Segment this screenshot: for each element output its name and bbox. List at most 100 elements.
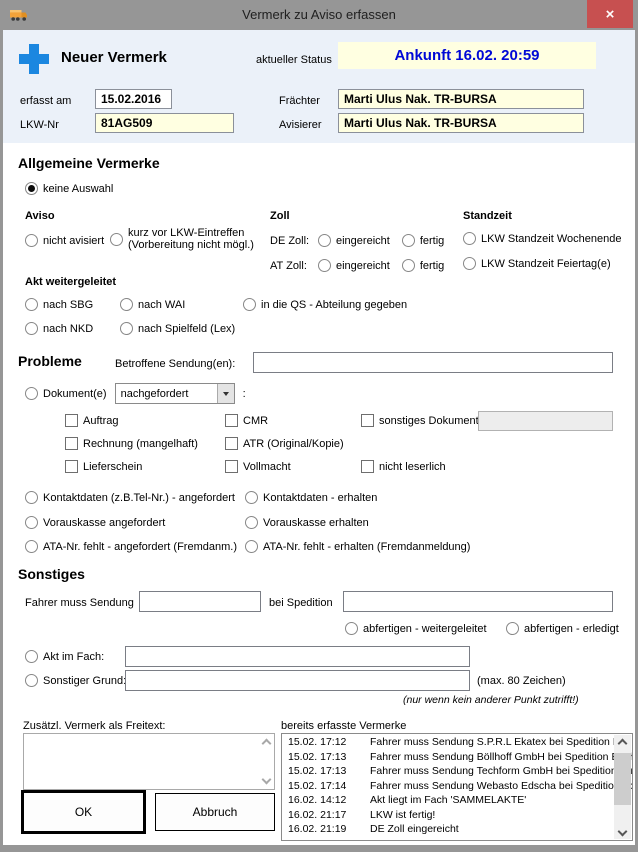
checkbox-box-icon xyxy=(65,460,78,473)
radio-akt-im-fach[interactable]: Akt im Fach: xyxy=(25,650,104,663)
checkbox-box-icon xyxy=(225,460,238,473)
radio-circle-icon xyxy=(25,516,38,529)
betroffene-sendungen-input[interactable] xyxy=(253,352,613,373)
radio-at-zoll-fertig[interactable]: fertig xyxy=(402,259,444,272)
vermerk-text: Akt liegt im Fach 'SAMMELAKTE' xyxy=(370,793,632,808)
chevron-down-icon[interactable] xyxy=(217,384,234,403)
row-akt-2: nach NKD nach Spielfeld (Lex) xyxy=(25,322,235,335)
radio-circle-icon xyxy=(345,622,358,635)
radio-kontaktdaten-erhalten[interactable]: Kontaktdaten - erhalten xyxy=(245,491,377,504)
at-zoll-label: AT Zoll: xyxy=(270,260,318,272)
checkbox-box-icon xyxy=(65,437,78,450)
radio-de-zoll-fertig[interactable]: fertig xyxy=(402,234,444,247)
status-label: aktueller Status xyxy=(256,54,332,66)
plus-icon xyxy=(19,44,49,74)
fahrer-sendung-input[interactable] xyxy=(139,591,261,612)
radio-de-zoll-eingereicht[interactable]: eingereicht xyxy=(318,234,390,247)
section-allgemeine-vermerke: Allgemeine Vermerke xyxy=(18,155,160,171)
radio-circle-icon xyxy=(463,232,476,245)
radio-standzeit-feiertage[interactable]: LKW Standzeit Feiertag(e) xyxy=(463,257,611,270)
checkbox-box-icon xyxy=(65,414,78,427)
radio-qs-abteilung[interactable]: in die QS - Abteilung gegeben xyxy=(243,298,407,311)
radio-circle-icon xyxy=(25,491,38,504)
radio-circle-icon xyxy=(110,233,123,246)
dokumente-dropdown[interactable]: nachgefordert xyxy=(115,383,235,404)
scroll-down-icon xyxy=(262,775,272,785)
checkbox-box-icon xyxy=(225,437,238,450)
bei-spedition-input[interactable] xyxy=(343,591,613,612)
vermerke-listbox[interactable]: 15.02. 17:12 Fahrer muss Sendung S.P.R.L… xyxy=(281,733,633,841)
list-item[interactable]: 15.02. 17:13 Fahrer muss Sendung Böllhof… xyxy=(282,750,632,765)
checkbox-lieferschein[interactable]: Lieferschein xyxy=(65,460,142,473)
radio-circle-icon xyxy=(25,650,38,663)
radio-nach-nkd[interactable]: nach NKD xyxy=(25,322,120,335)
radio-keine-auswahl[interactable]: keine Auswahl xyxy=(25,182,113,195)
radio-standzeit-wochenende[interactable]: LKW Standzeit Wochenende xyxy=(463,232,621,245)
vermerk-text: Fahrer muss Sendung Webasto Edscha bei S… xyxy=(370,779,632,794)
lkw-nr-label: LKW-Nr xyxy=(20,119,59,131)
fraechter-field[interactable]: Marti Ulus Nak. TR-BURSA xyxy=(338,89,584,109)
titlebar[interactable]: Vermerk zu Aviso erfassen × xyxy=(0,0,638,30)
radio-circle-icon xyxy=(402,234,415,247)
sonstiger-grund-input[interactable] xyxy=(125,670,470,691)
radio-vorauskasse-angefordert[interactable]: Vorauskasse angefordert xyxy=(25,516,165,529)
row-de-zoll: DE Zoll: eingereicht fertig xyxy=(270,234,444,247)
radio-ata-erhalten[interactable]: ATA-Nr. fehlt - erhalten (Fremdanmeldung… xyxy=(245,540,470,553)
list-item[interactable]: 15.02. 17:13 Fahrer muss Sendung Techfor… xyxy=(282,764,632,779)
radio-circle-icon xyxy=(506,622,519,635)
checkbox-sonstiges-dokument[interactable]: sonstiges Dokument: xyxy=(361,414,482,427)
vermerk-time: 15.02. 17:13 xyxy=(282,764,370,779)
list-item[interactable]: 15.02. 17:14 Fahrer muss Sendung Webasto… xyxy=(282,779,632,794)
freitext-textarea[interactable] xyxy=(23,733,275,790)
abbruch-button[interactable]: Abbruch xyxy=(155,793,275,831)
window-title: Vermerk zu Aviso erfassen xyxy=(0,7,638,22)
erfasst-am-field[interactable]: 15.02.2016 xyxy=(95,89,172,109)
scroll-up-icon[interactable] xyxy=(614,735,631,751)
checkbox-cmr[interactable]: CMR xyxy=(225,414,268,427)
close-icon: × xyxy=(606,6,615,23)
radio-nach-sbg[interactable]: nach SBG xyxy=(25,298,120,311)
scrollbar-thumb[interactable] xyxy=(614,753,631,805)
checkbox-nicht-leserlich[interactable]: nicht leserlich xyxy=(361,460,446,473)
bei-spedition-label: bei Spedition xyxy=(269,597,333,609)
lkw-nr-field[interactable]: 81AG509 xyxy=(95,113,234,133)
ok-button[interactable]: OK xyxy=(21,790,146,834)
de-zoll-label: DE Zoll: xyxy=(270,235,318,247)
row-akt-1: nach SBG nach WAI in die QS - Abteilung … xyxy=(25,298,407,311)
close-button[interactable]: × xyxy=(587,0,633,28)
radio-nach-spielfeld[interactable]: nach Spielfeld (Lex) xyxy=(120,322,235,335)
radio-circle-icon xyxy=(318,259,331,272)
page-title: Neuer Vermerk xyxy=(61,49,167,66)
list-item[interactable]: 16.02. 14:12 Akt liegt im Fach 'SAMMELAK… xyxy=(282,793,632,808)
radio-vorauskasse-erhalten[interactable]: Vorauskasse erhalten xyxy=(245,516,369,529)
list-scrollbar[interactable] xyxy=(614,735,631,839)
betroffene-label: Betroffene Sendung(en): xyxy=(115,358,235,370)
hint-label: (nur wenn kein anderer Punkt zutrifft!) xyxy=(403,694,568,706)
radio-kontaktdaten-angefordert[interactable]: Kontaktdaten (z.B.Tel-Nr.) - angefordert xyxy=(25,491,235,504)
radio-circle-icon xyxy=(25,540,38,553)
list-item[interactable]: 16.02. 21:17 LKW ist fertig! xyxy=(282,808,632,823)
list-item[interactable]: 15.02. 17:12 Fahrer muss Sendung S.P.R.L… xyxy=(282,735,632,750)
sonstiges-dokument-input[interactable] xyxy=(478,411,613,431)
radio-dokumente[interactable]: Dokument(e) xyxy=(25,387,107,400)
radio-circle-icon xyxy=(25,674,38,687)
radio-kurz-vor-lkw-eintreffen[interactable]: kurz vor LKW-Eintreffen (Vorbereitung ni… xyxy=(110,227,254,251)
radio-at-zoll-eingereicht[interactable]: eingereicht xyxy=(318,259,390,272)
avisierer-field[interactable]: Marti Ulus Nak. TR-BURSA xyxy=(338,113,584,133)
radio-ata-angefordert[interactable]: ATA-Nr. fehlt - angefordert (Fremdanm.) xyxy=(25,540,237,553)
vermerk-time: 16.02. 21:19 xyxy=(282,822,370,837)
checkbox-rechnung[interactable]: Rechnung (mangelhaft) xyxy=(65,437,198,450)
radio-abfertigen-weitergeleitet[interactable]: abfertigen - weitergeleitet xyxy=(345,622,487,635)
checkbox-vollmacht[interactable]: Vollmacht xyxy=(225,460,291,473)
radio-nicht-avisiert[interactable]: nicht avisiert xyxy=(25,234,104,247)
checkbox-atr[interactable]: ATR (Original/Kopie) xyxy=(225,437,344,450)
vermerke-label: bereits erfasste Vermerke xyxy=(281,720,406,732)
scroll-down-icon[interactable] xyxy=(614,823,631,839)
list-item[interactable]: 16.02. 21:19 DE Zoll eingereicht xyxy=(282,822,632,837)
radio-sonstiger-grund[interactable]: Sonstiger Grund: xyxy=(25,674,126,687)
radio-nach-wai[interactable]: nach WAI xyxy=(120,298,243,311)
checkbox-auftrag[interactable]: Auftrag xyxy=(65,414,118,427)
akt-im-fach-input[interactable] xyxy=(125,646,470,667)
radio-abfertigen-erledigt[interactable]: abfertigen - erledigt xyxy=(506,622,619,635)
vermerk-text: LKW ist fertig! xyxy=(370,808,632,823)
